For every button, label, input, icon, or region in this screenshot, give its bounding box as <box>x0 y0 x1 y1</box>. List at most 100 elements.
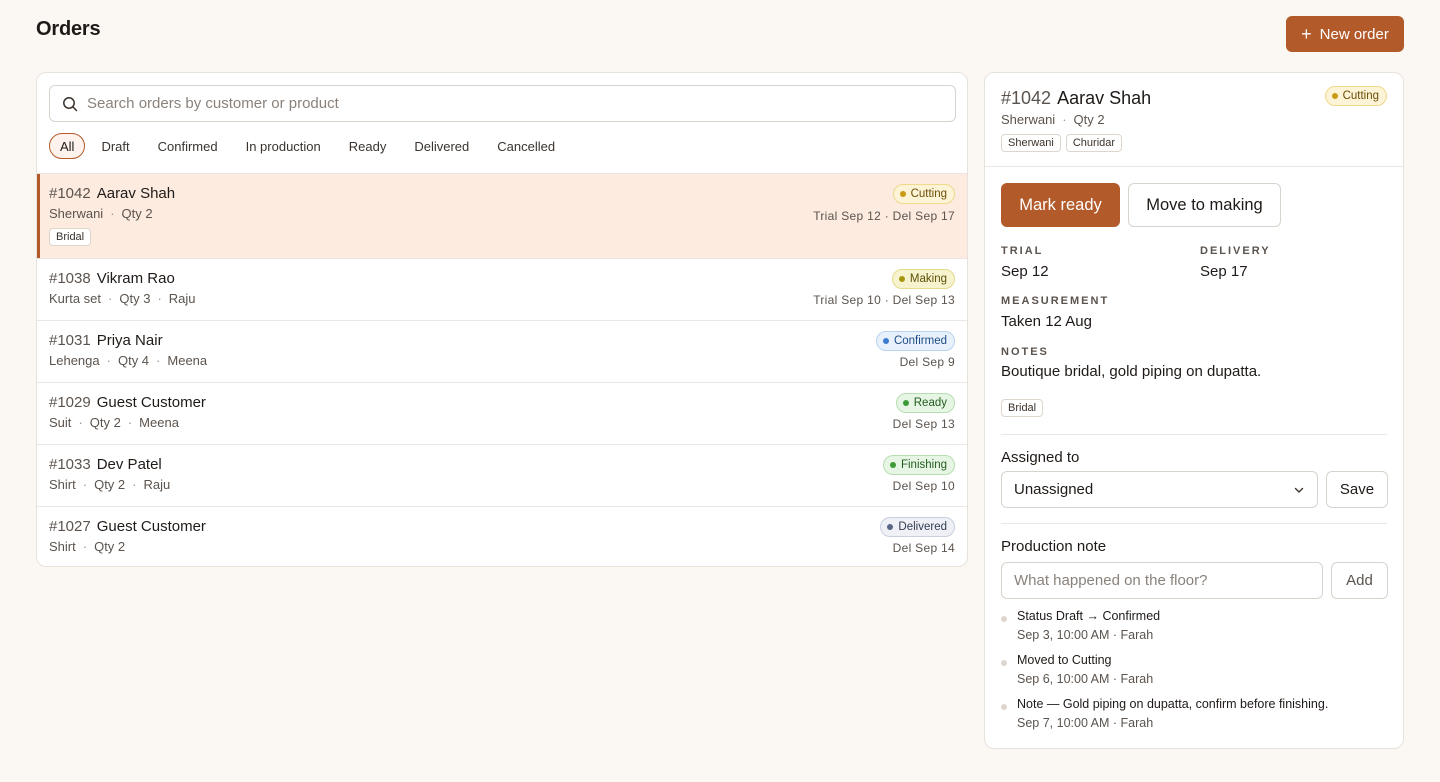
production-note-label: Production note <box>1001 538 1107 555</box>
filter-tab-in-production[interactable]: In production <box>232 133 335 159</box>
separator-dot: · <box>108 291 113 306</box>
activity-title: Status Draft → Confirmed <box>1017 609 1161 623</box>
order-number: #1029 <box>49 394 91 411</box>
activity-meta: Sep 7, 10:00 AM · Farah <box>1017 716 1154 730</box>
separator-dot: · <box>82 477 88 492</box>
status-badge: Cutting <box>892 184 955 204</box>
order-row[interactable]: #1033 Dev Patel Shirt · Qty 2 · Raju Finishing D… <box>37 444 967 506</box>
order-sub-item: Qty 3 <box>119 291 151 306</box>
order-dates: Trial Sep 12 · Del Sep 17 <box>813 209 955 223</box>
detail-title: #1042 Aarav Shah <box>1001 88 1151 109</box>
order-row[interactable]: #1042 Aarav Shah Sherwani · Qty 2 Bridal Cutti… <box>37 173 967 258</box>
detail-tag: Churidar <box>1065 134 1123 152</box>
status-dot-icon <box>898 276 905 282</box>
order-row[interactable]: #1027 Guest Customer Shirt · Qty 2 Delivered D… <box>37 506 967 566</box>
order-tag: Bridal <box>49 228 92 246</box>
order-title: #1029 Guest Customer <box>49 394 206 411</box>
add-note-button[interactable]: Add <box>1331 562 1388 599</box>
assignee-select[interactable]: Unassigned <box>1001 471 1318 508</box>
order-number: #1038 <box>49 270 91 287</box>
status-label: Finishing <box>900 459 947 471</box>
filter-tab-draft[interactable]: Draft <box>87 133 143 159</box>
customer-name: Vikram Rao <box>96 270 175 287</box>
order-title: #1031 Priya Nair <box>49 332 163 349</box>
detail-order-number: #1042 <box>1001 88 1052 108</box>
status-label: Delivered <box>898 521 947 533</box>
order-subtitle: Lehenga · Qty 4 · Meena <box>49 353 207 368</box>
order-dates: Del Sep 9 <box>899 355 955 369</box>
order-row[interactable]: #1031 Priya Nair Lehenga · Qty 4 · Meena Confir… <box>37 320 967 382</box>
order-number: #1031 <box>49 332 91 349</box>
separator-dot: · <box>106 353 111 368</box>
order-sub-item: Qty 4 <box>117 353 150 368</box>
order-sub-item: Shirt <box>49 477 76 492</box>
order-row[interactable]: #1029 Guest Customer Suit · Qty 2 · Meena Ready… <box>37 382 967 444</box>
activity-title: Note — Gold piping on dupatta, confirm b… <box>1017 697 1329 711</box>
order-subtitle: Sherwani · Qty 2 <box>49 206 153 221</box>
order-sub-item: Raju <box>143 477 171 492</box>
filter-tab-delivered[interactable]: Delivered <box>400 133 483 159</box>
order-dates: Del Sep 10 <box>892 479 955 493</box>
detail-product: Sherwani <box>1001 112 1056 127</box>
filter-tab-ready[interactable]: Ready <box>335 133 401 159</box>
activity-dot-icon <box>1001 616 1007 622</box>
notes-tag: Bridal <box>1001 399 1044 417</box>
order-sub-item: Qty 2 <box>121 206 153 221</box>
new-order-button[interactable]: + New order <box>1286 16 1404 52</box>
measurement-label: MEASUREMENT <box>1001 295 1110 307</box>
filter-tab-cancelled[interactable]: Cancelled <box>483 133 569 159</box>
separator-dot: · <box>82 539 88 554</box>
order-sub-item: Lehenga <box>49 353 100 368</box>
delivery-value: Sep 17 <box>1200 263 1248 280</box>
detail-tags: Sherwani Churidar <box>1001 134 1123 152</box>
filter-tab-all[interactable]: All <box>49 133 86 159</box>
order-number: #1033 <box>49 456 91 473</box>
activity-item: Note — Gold piping on dupatta, confirm b… <box>1001 697 1391 741</box>
orders-list: #1042 Aarav Shah Sherwani · Qty 2 Bridal Cutti… <box>37 173 967 566</box>
plus-icon: + <box>1301 24 1312 44</box>
order-sub-item: Meena <box>167 353 208 368</box>
separator-dot: · <box>132 477 137 492</box>
status-dot-icon <box>902 400 909 406</box>
assigned-to-label: Assigned to <box>1001 449 1080 466</box>
order-sub-item: Qty 2 <box>94 539 126 554</box>
search-input[interactable] <box>87 95 927 112</box>
detail-qty: Qty 2 <box>1073 112 1105 127</box>
separator-dot: · <box>78 415 83 430</box>
filter-tab-confirmed[interactable]: Confirmed <box>144 133 232 159</box>
status-dot-icon <box>1331 93 1338 99</box>
order-subtitle: Kurta set · Qty 3 · Raju <box>49 291 196 306</box>
order-number: #1027 <box>49 518 91 535</box>
separator-dot: · <box>156 353 161 368</box>
activity-meta: Sep 6, 10:00 AM · Farah <box>1017 672 1154 686</box>
order-row[interactable]: #1038 Vikram Rao Kurta set · Qty 3 · Raju Makin… <box>37 258 967 320</box>
activity-log: Status Draft → Confirmed Sep 3, 10:00 AM … <box>1001 609 1391 741</box>
order-detail-panel: #1042 Aarav Shah Cutting Sherwani · Qty 2 S… <box>984 72 1404 749</box>
measurement-value: Taken 12 Aug <box>1001 313 1092 330</box>
move-to-making-button[interactable]: Move to making <box>1128 183 1281 227</box>
divider <box>1001 523 1387 524</box>
notes-value: Boutique bridal, gold piping on dupatta. <box>1001 363 1262 380</box>
order-sub-item: Raju <box>168 291 196 306</box>
status-label: Confirmed <box>893 335 947 347</box>
detail-customer-name: Aarav Shah <box>1057 88 1152 108</box>
order-number: #1042 <box>49 185 91 202</box>
search-box[interactable] <box>49 85 956 122</box>
order-title: #1038 Vikram Rao <box>49 270 175 287</box>
separator-dot: · <box>157 291 162 306</box>
mark-ready-button[interactable]: Mark ready <box>1001 183 1120 227</box>
status-badge: Confirmed <box>875 331 955 351</box>
order-dates: Del Sep 14 <box>892 541 955 555</box>
order-dates: Trial Sep 10 · Del Sep 13 <box>813 293 955 307</box>
delivery-label: DELIVERY <box>1200 245 1271 257</box>
order-dates: Del Sep 13 <box>892 417 955 431</box>
separator-dot: · <box>127 415 133 430</box>
order-subtitle: Shirt · Qty 2 <box>49 539 125 554</box>
save-button[interactable]: Save <box>1326 471 1388 508</box>
activity-title: Moved to Cutting <box>1017 653 1112 667</box>
order-sub-item: Sherwani <box>49 206 104 221</box>
status-badge: Ready <box>895 393 955 413</box>
divider <box>1001 434 1387 435</box>
order-title: #1027 Guest Customer <box>49 518 206 535</box>
production-note-input[interactable] <box>1001 562 1323 599</box>
